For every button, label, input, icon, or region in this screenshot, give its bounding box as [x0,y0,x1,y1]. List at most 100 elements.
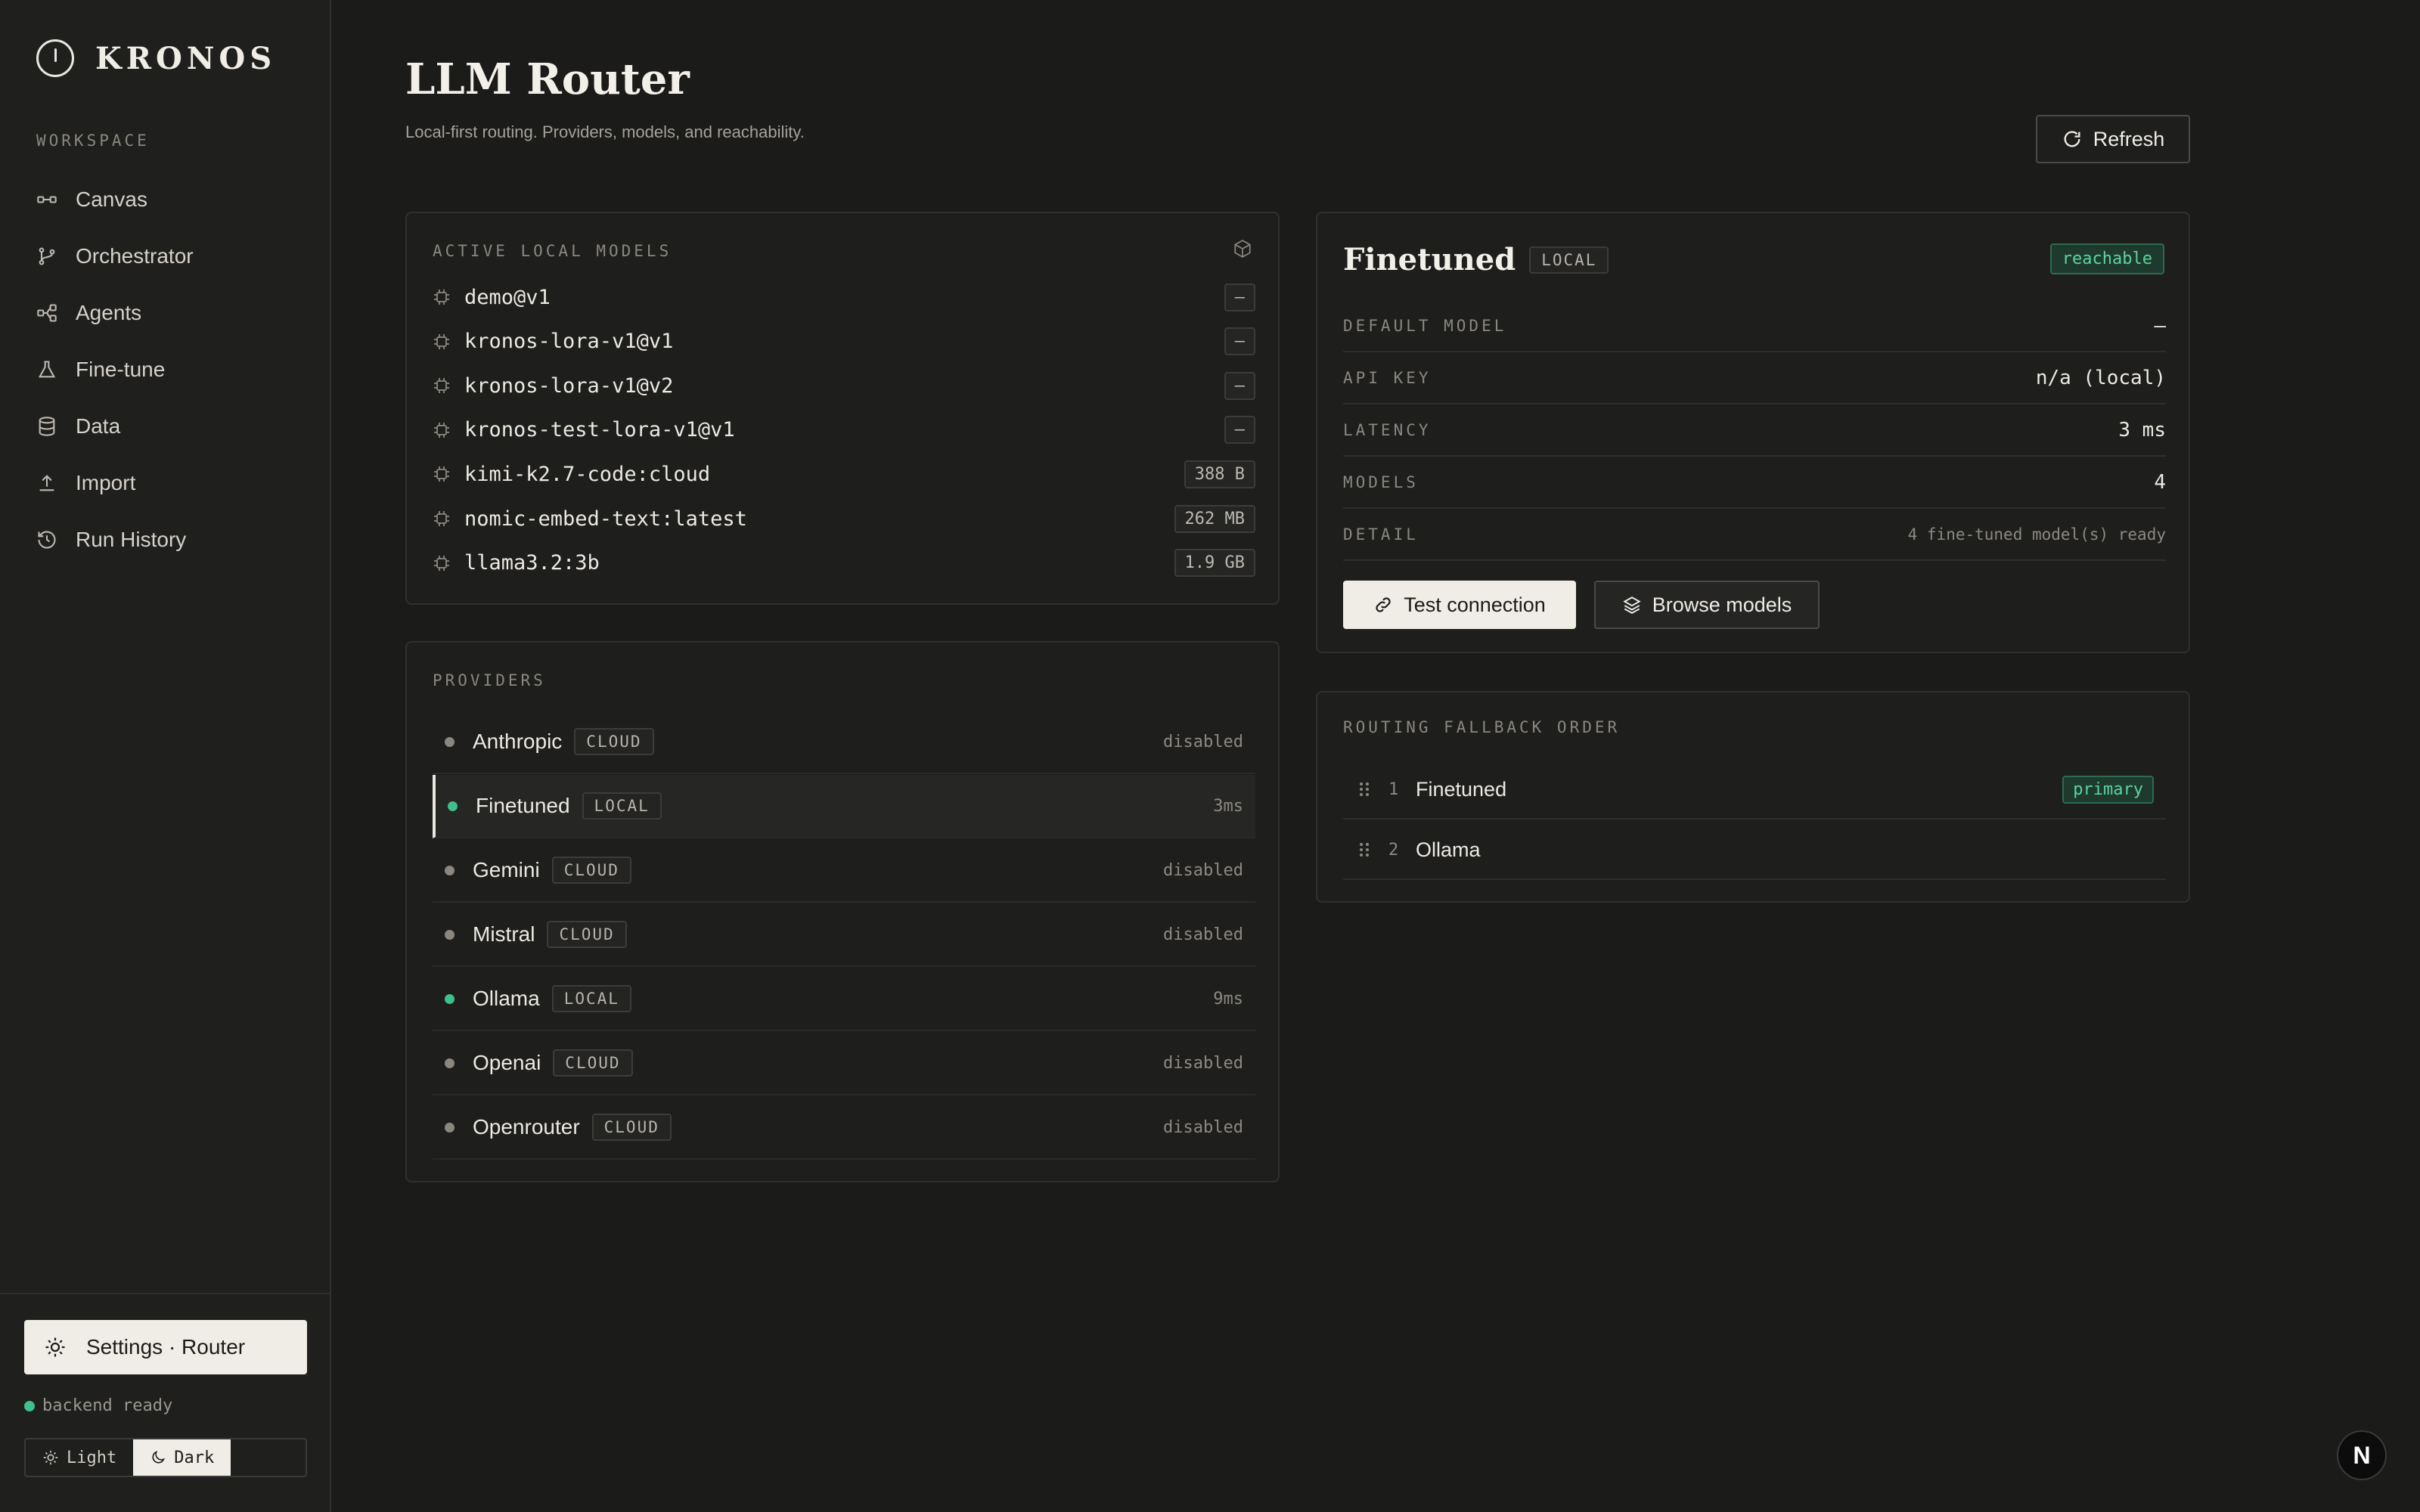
theme-light-label: Light [67,1448,117,1467]
model-size-badge: — [1224,416,1255,445]
detail-field-value: 3 ms [2118,419,2166,442]
provider-name: Anthropic [473,730,563,753]
reachable-badge: reachable [2049,243,2164,274]
moon-icon [152,1451,166,1464]
provider-status: disabled [1163,925,1243,944]
active-models-card: ACTIVE LOCAL MODELS demo@v1— kronos-lora-… [405,212,1280,605]
flask-icon [36,359,57,380]
chip-icon [433,288,451,306]
detail-field-key: LATENCY [1343,421,1432,439]
status-dot [24,1400,35,1411]
provider-row[interactable]: Anthropic CLOUD disabled [433,711,1255,774]
sidebar-item-label: Canvas [76,187,147,211]
model-name: kronos-lora-v1@v2 [464,373,674,398]
model-size-badge: 1.9 GB [1174,549,1255,578]
model-name: demo@v1 [464,285,551,309]
model-row: kronos-test-lora-v1@v1 — [433,408,1255,452]
theme-light-button[interactable]: Light [26,1439,133,1476]
sidebar-item-canvas[interactable]: Canvas [36,171,309,228]
routing-fallback-card: ROUTING FALLBACK ORDER 1 Finetuned primary… [1316,691,2190,903]
test-connection-label: Test connection [1404,593,1546,616]
provider-row[interactable]: Ollama LOCAL 9ms [433,968,1255,1031]
backend-status: backend ready [24,1396,172,1415]
provider-tag: CLOUD [574,728,654,755]
sidebar-item-run-history[interactable]: Run History [36,511,309,568]
model-size-badge: — [1224,327,1255,356]
upload-icon [36,472,57,494]
sidebar-item-fine-tune[interactable]: Fine-tune [36,341,309,398]
provider-status: 3ms [1213,796,1243,816]
settings-label: Settings · Router [86,1335,246,1359]
provider-row[interactable]: Gemini CLOUD disabled [433,839,1255,903]
sun-icon [43,1450,58,1465]
detail-tag: LOCAL [1529,246,1609,274]
detail-field-row: API KEY n/a (local) [1343,353,2166,404]
detail-field-row: DEFAULT MODEL — [1343,301,2166,352]
provider-status: disabled [1163,1053,1243,1073]
detail-provider-name: Finetuned [1343,242,1516,277]
branch-icon [36,246,57,267]
detail-field-value: 4 fine-tuned model(s) ready [1907,525,2166,544]
browse-models-label: Browse models [1652,593,1792,616]
provider-name: Gemini [473,858,540,881]
provider-tag: CLOUD [551,857,631,884]
routing-index: 1 [1388,779,1399,799]
chip-icon [433,333,451,351]
drag-handle-icon[interactable] [1357,779,1372,799]
sidebar: KRONOS WORKSPACE Canvas Orchestrator Age… [0,0,331,1512]
detail-field-value: 4 [2154,471,2166,494]
provider-row[interactable]: Finetuned LOCAL 3ms [433,775,1255,838]
brand[interactable]: KRONOS [36,39,276,77]
model-size-badge: — [1224,283,1255,311]
settings-button[interactable]: Settings · Router [24,1320,307,1374]
chip-icon [433,510,451,528]
sidebar-item-label: Agents [76,300,142,324]
model-row: kronos-lora-v1@v2 — [433,364,1255,407]
active-models-label: ACTIVE LOCAL MODELS [433,242,672,260]
theme-dark-button[interactable]: Dark [133,1439,231,1476]
routing-provider-name: Finetuned [1416,777,1507,801]
browse-models-button[interactable]: Browse models [1594,581,1820,629]
status-dot [445,1058,455,1068]
drag-handle-icon[interactable] [1357,840,1372,860]
status-text: backend ready [42,1396,173,1415]
provider-name: Openrouter [473,1115,580,1139]
link-icon [1376,597,1391,612]
status-dot [445,993,455,1004]
model-row: llama3.2:3b 1.9 GB [433,541,1255,585]
detail-field-key: DETAIL [1343,525,1419,544]
refresh-button[interactable]: Refresh [2036,115,2190,163]
model-row: nomic-embed-text:latest 262 MB [433,497,1255,541]
routing-row[interactable]: 2 Ollama [1343,821,2166,880]
detail-header: Finetuned LOCAL [1343,242,1609,277]
sidebar-item-import[interactable]: Import [36,454,309,511]
provider-row[interactable]: Openai CLOUD disabled [433,1032,1255,1095]
model-size-badge: — [1224,371,1255,400]
provider-tag: LOCAL [551,985,631,1012]
chip-icon [433,376,451,395]
model-name: kronos-test-lora-v1@v1 [464,418,735,442]
chip-icon [433,421,451,439]
dev-badge[interactable]: N [2337,1430,2387,1480]
sidebar-item-orchestrator[interactable]: Orchestrator [36,228,309,284]
routing-row[interactable]: 1 Finetuned primary [1343,761,2166,820]
provider-name: Ollama [473,987,540,1010]
model-name: llama3.2:3b [464,551,600,575]
routing-provider-name: Ollama [1416,838,1481,861]
provider-name: Finetuned [476,794,570,817]
page-subtitle: Local-first routing. Providers, models, … [405,122,805,141]
theme-dark-label: Dark [174,1448,215,1467]
detail-field-key: DEFAULT MODEL [1343,317,1507,335]
provider-status: disabled [1163,860,1243,880]
provider-status: disabled [1163,732,1243,751]
test-connection-button[interactable]: Test connection [1343,581,1576,629]
detail-field-key: MODELS [1343,473,1419,491]
sidebar-item-data[interactable]: Data [36,398,309,454]
sidebar-item-agents[interactable]: Agents [36,284,309,341]
providers-card: PROVIDERS Anthropic CLOUD disabled Finetune… [405,641,1280,1182]
provider-row[interactable]: Mistral CLOUD disabled [433,903,1255,967]
provider-name: Openai [473,1051,541,1074]
provider-tag: CLOUD [547,921,627,948]
provider-row[interactable]: Openrouter CLOUD disabled [433,1096,1255,1160]
provider-status: disabled [1163,1117,1243,1137]
